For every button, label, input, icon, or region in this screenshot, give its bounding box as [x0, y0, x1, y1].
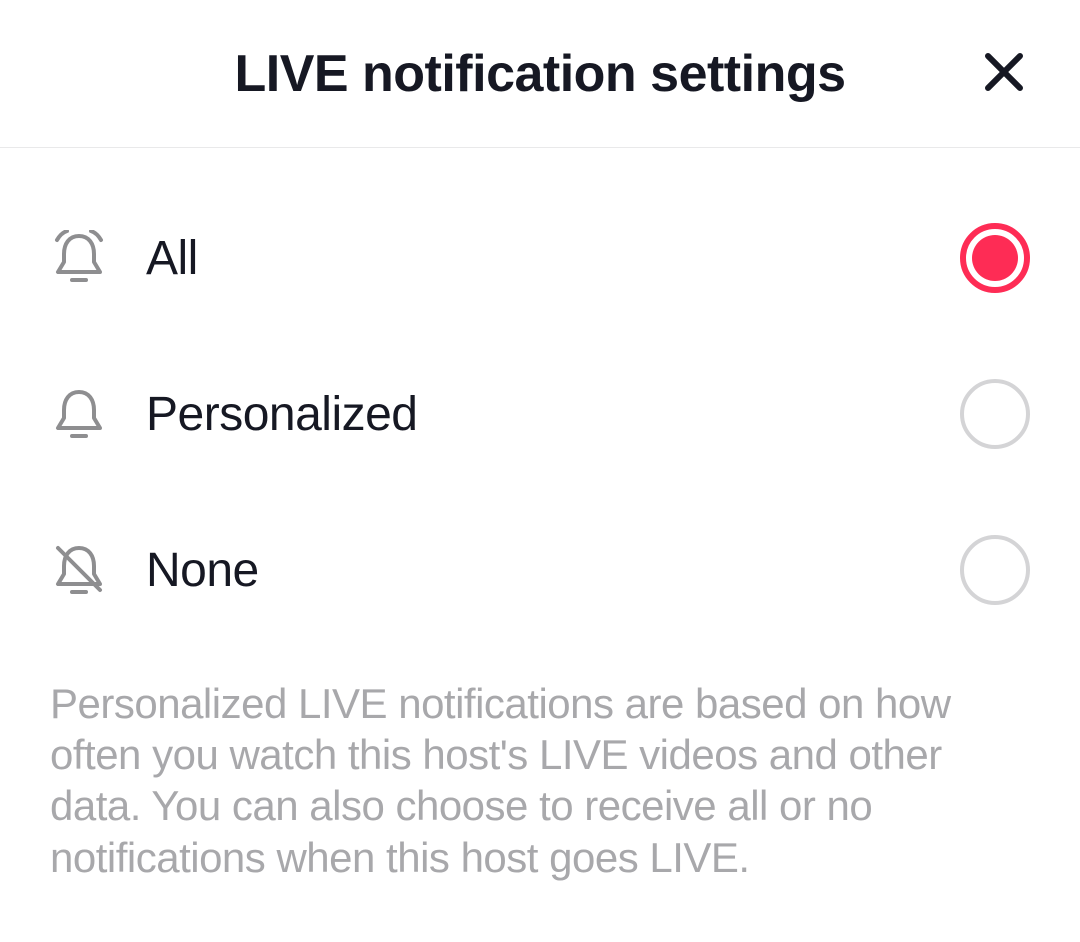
- option-personalized-label: Personalized: [146, 387, 960, 442]
- sheet-title: LIVE notification settings: [234, 44, 845, 104]
- radio-none[interactable]: [960, 535, 1030, 605]
- radio-all[interactable]: [960, 223, 1030, 293]
- radio-personalized[interactable]: [960, 379, 1030, 449]
- close-icon: [982, 50, 1026, 97]
- option-personalized[interactable]: Personalized: [50, 336, 1030, 492]
- settings-description: Personalized LIVE notifications are base…: [0, 648, 1080, 883]
- bell-ringing-icon: [50, 229, 108, 287]
- bell-off-icon: [50, 541, 108, 599]
- option-none[interactable]: None: [50, 492, 1030, 648]
- options-list: All Personalized None: [0, 180, 1080, 648]
- notification-settings-sheet: LIVE notification settings All: [0, 0, 1080, 883]
- sheet-header: LIVE notification settings: [0, 0, 1080, 148]
- option-none-label: None: [146, 543, 960, 598]
- bell-icon: [50, 385, 108, 443]
- close-button[interactable]: [976, 46, 1032, 102]
- option-all-label: All: [146, 231, 960, 286]
- option-all[interactable]: All: [50, 180, 1030, 336]
